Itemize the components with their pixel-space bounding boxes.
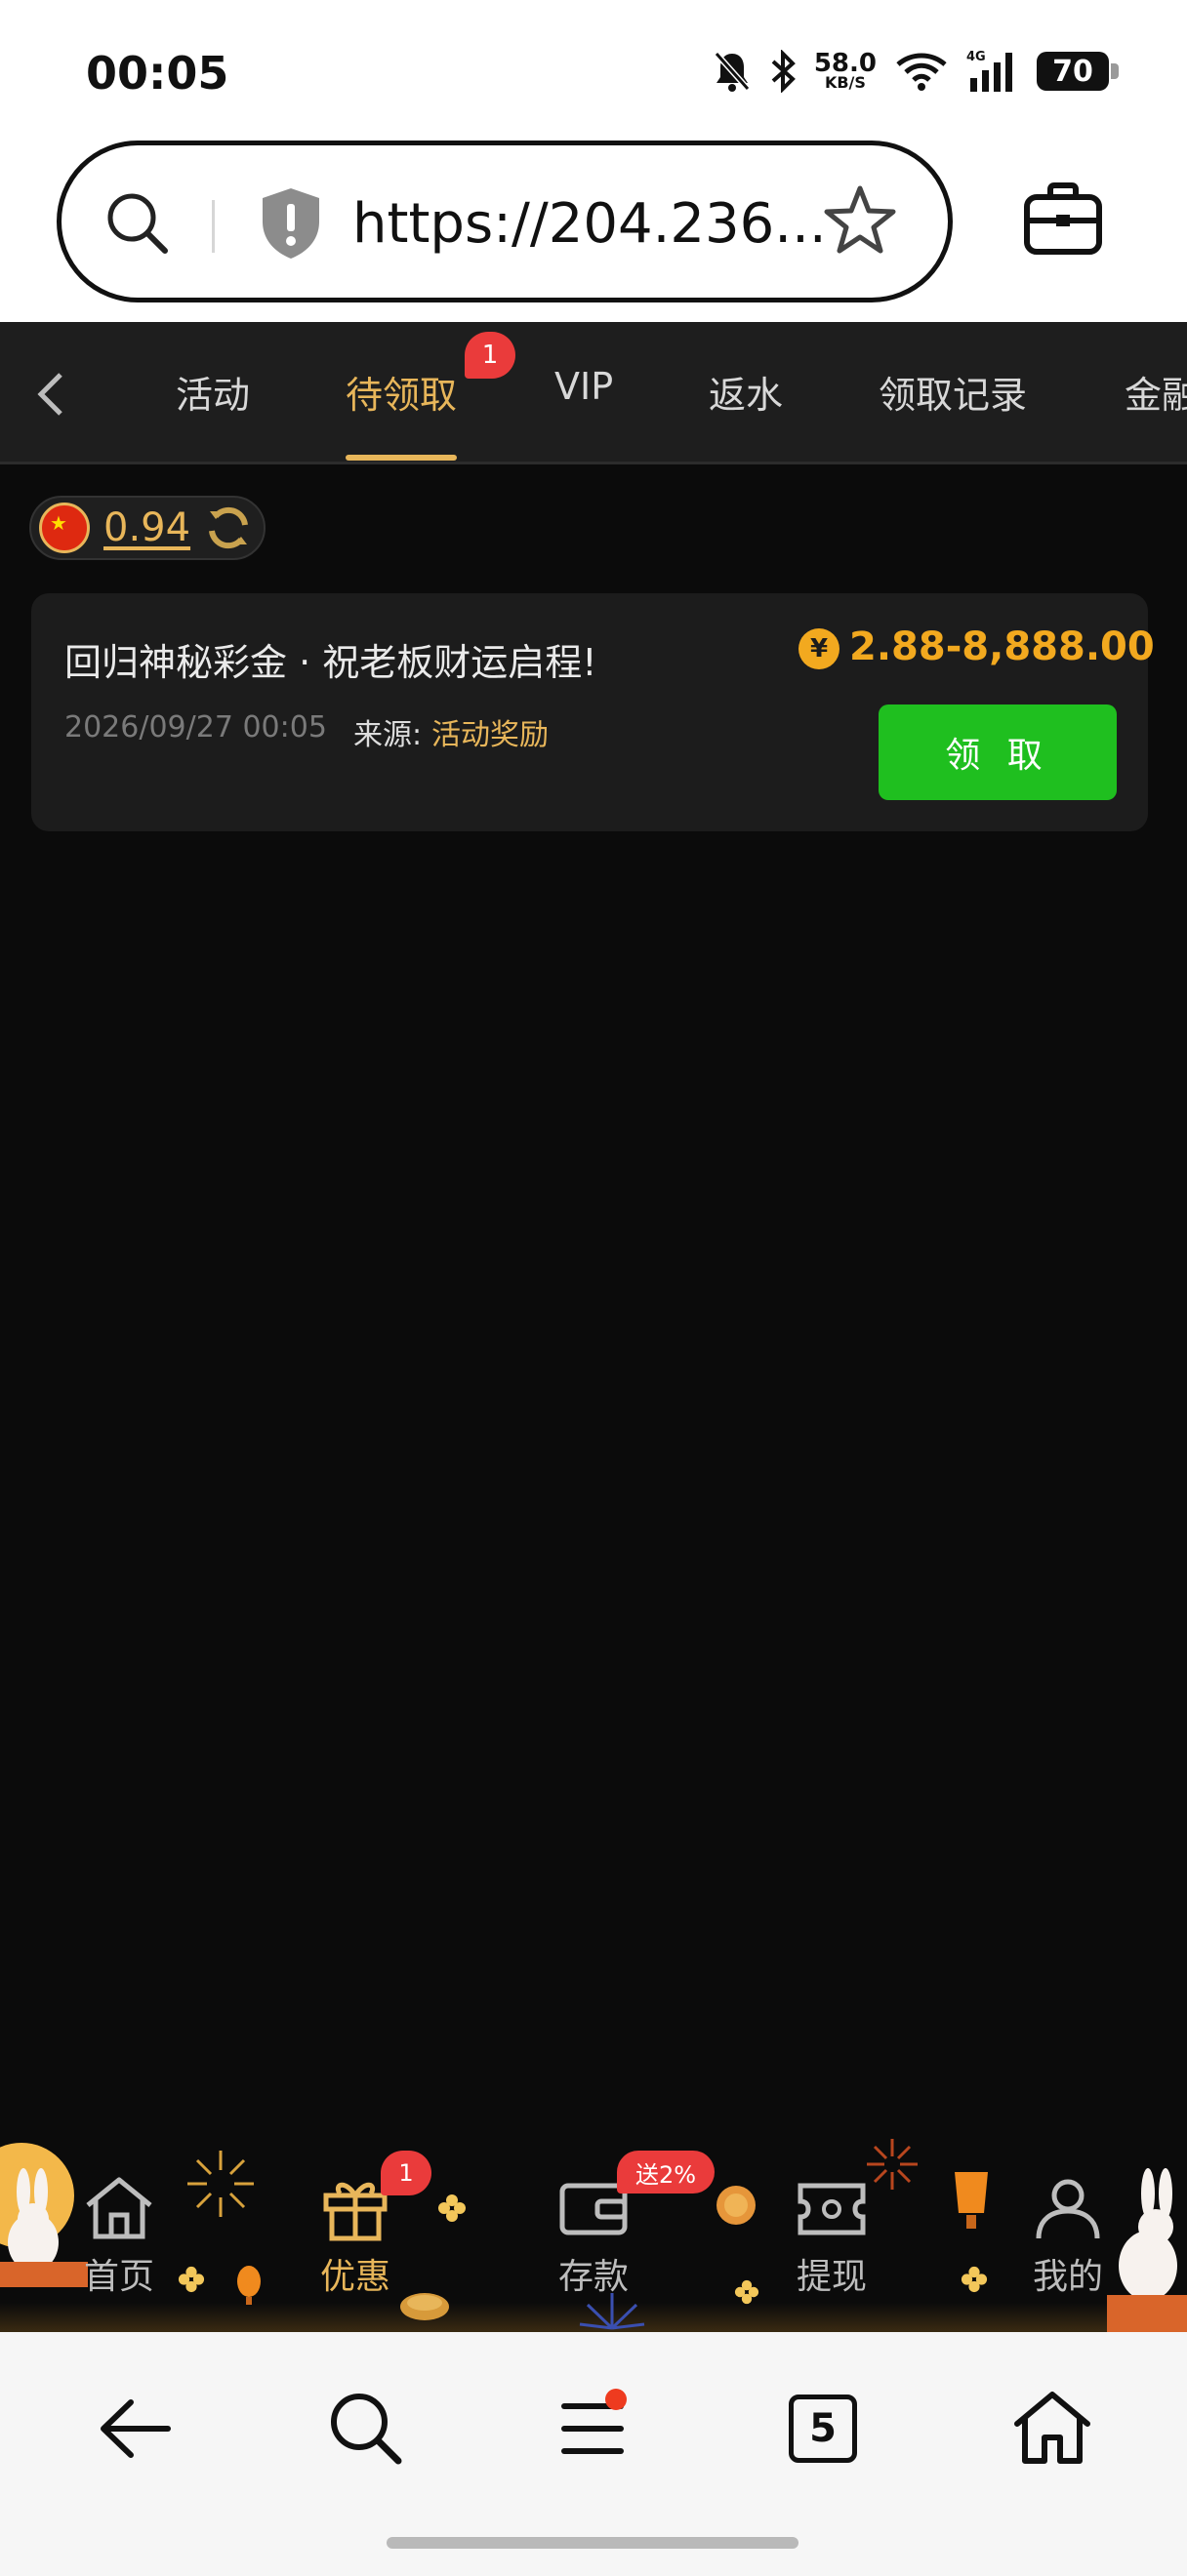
nav-withdraw-label: 提现 — [796, 2257, 867, 2297]
lantern-icon — [237, 2266, 261, 2305]
bluetooth-icon — [771, 50, 796, 93]
balance-pill: ★ 0.94 — [29, 496, 266, 560]
tab-finance[interactable]: 金融 — [1125, 365, 1187, 419]
promotions-badge: 1 — [381, 2151, 431, 2195]
home-icon — [86, 2177, 152, 2239]
chevron-left-icon[interactable] — [29, 367, 72, 422]
security-warning-icon[interactable] — [257, 184, 325, 262]
nav-home-label: 首页 — [83, 2257, 154, 2297]
lantern-icon — [955, 2172, 988, 2229]
back-arrow-icon[interactable] — [96, 2395, 174, 2463]
status-icons: 58.0 KB/S 4G 70 — [713, 49, 1119, 94]
refresh-icon[interactable] — [204, 503, 253, 552]
promo-tabs-bar: 活动 待领取 1 VIP 返水 领取记录 金融 — [0, 322, 1187, 464]
firework-icon — [187, 2151, 254, 2217]
withdraw-icon — [798, 2183, 866, 2235]
nav-home[interactable]: 首页 — [51, 2172, 187, 2299]
address-separator — [212, 200, 215, 253]
reward-amount: 2.88-8,888.00 — [849, 624, 1155, 669]
active-tab-indicator — [346, 455, 457, 461]
tab-rebate[interactable]: 返水 — [709, 365, 783, 419]
menu-notification-dot — [605, 2389, 627, 2410]
network-type: 4G — [966, 50, 986, 64]
claim-button[interactable]: 领 取 — [879, 704, 1117, 800]
address-bar[interactable]: https://204.236... — [57, 141, 953, 302]
site-bottom-nav: 首页 优惠 1 存款 送2% 提现 我的 — [0, 2133, 1187, 2332]
yuan-coin-icon: ¥ — [798, 628, 839, 669]
address-url[interactable]: https://204.236... — [352, 192, 827, 256]
china-flag-icon: ★ — [39, 503, 90, 553]
browser-address-row: https://204.236... — [0, 137, 1187, 322]
flower-icon — [438, 2194, 466, 2222]
mooncake-icon — [716, 2186, 756, 2225]
mute-bell-icon — [714, 52, 751, 92]
reward-title: 回归神秘彩金 · 祝老板财运启程! — [64, 641, 597, 684]
nav-promotions-label: 优惠 — [319, 2257, 390, 2297]
status-bar: 00:05 58.0 KB/S 4G 70 — [0, 0, 1187, 146]
nav-profile[interactable]: 我的 — [1000, 2172, 1136, 2299]
tab-pending[interactable]: 待领取 — [346, 365, 457, 419]
reward-source-label: 来源: — [353, 718, 423, 752]
flower-icon — [734, 2279, 759, 2305]
tab-vip[interactable]: VIP — [554, 365, 613, 408]
tab-activity[interactable]: 活动 — [176, 365, 250, 419]
battery-indicator: 70 — [1037, 52, 1119, 91]
pending-badge: 1 — [465, 332, 515, 379]
nav-deposit-label: 存款 — [557, 2257, 629, 2297]
search-icon[interactable] — [102, 188, 171, 257]
reward-source-value: 活动奖励 — [431, 718, 549, 752]
nav-withdraw[interactable]: 提现 — [763, 2172, 900, 2299]
bookmark-star-icon[interactable] — [823, 182, 897, 257]
net-speed: 58.0 KB/S — [814, 51, 877, 91]
balance-amount[interactable]: 0.94 — [103, 505, 190, 550]
deposit-bonus-badge: 送2% — [617, 2151, 715, 2194]
home-icon[interactable] — [1011, 2387, 1093, 2469]
tab-claim-history[interactable]: 领取记录 — [879, 365, 1027, 419]
nav-profile-label: 我的 — [1032, 2257, 1103, 2297]
toolbox-icon[interactable] — [1023, 181, 1103, 256]
flower-icon — [961, 2266, 988, 2293]
reward-date: 2026/09/27 00:05 — [64, 710, 327, 745]
menu-button[interactable] — [560, 2389, 629, 2465]
tabs-count-button[interactable]: 5 — [789, 2395, 857, 2463]
search-icon[interactable] — [326, 2389, 404, 2467]
signal-icon: 4G — [966, 50, 1012, 92]
reward-card: 回归神秘彩金 · 祝老板财运启程! 2026/09/27 00:05 来源: 活… — [31, 593, 1155, 831]
user-icon — [1036, 2179, 1100, 2239]
home-indicator[interactable] — [387, 2537, 798, 2549]
wifi-icon — [896, 53, 947, 91]
status-time: 00:05 — [86, 47, 229, 100]
